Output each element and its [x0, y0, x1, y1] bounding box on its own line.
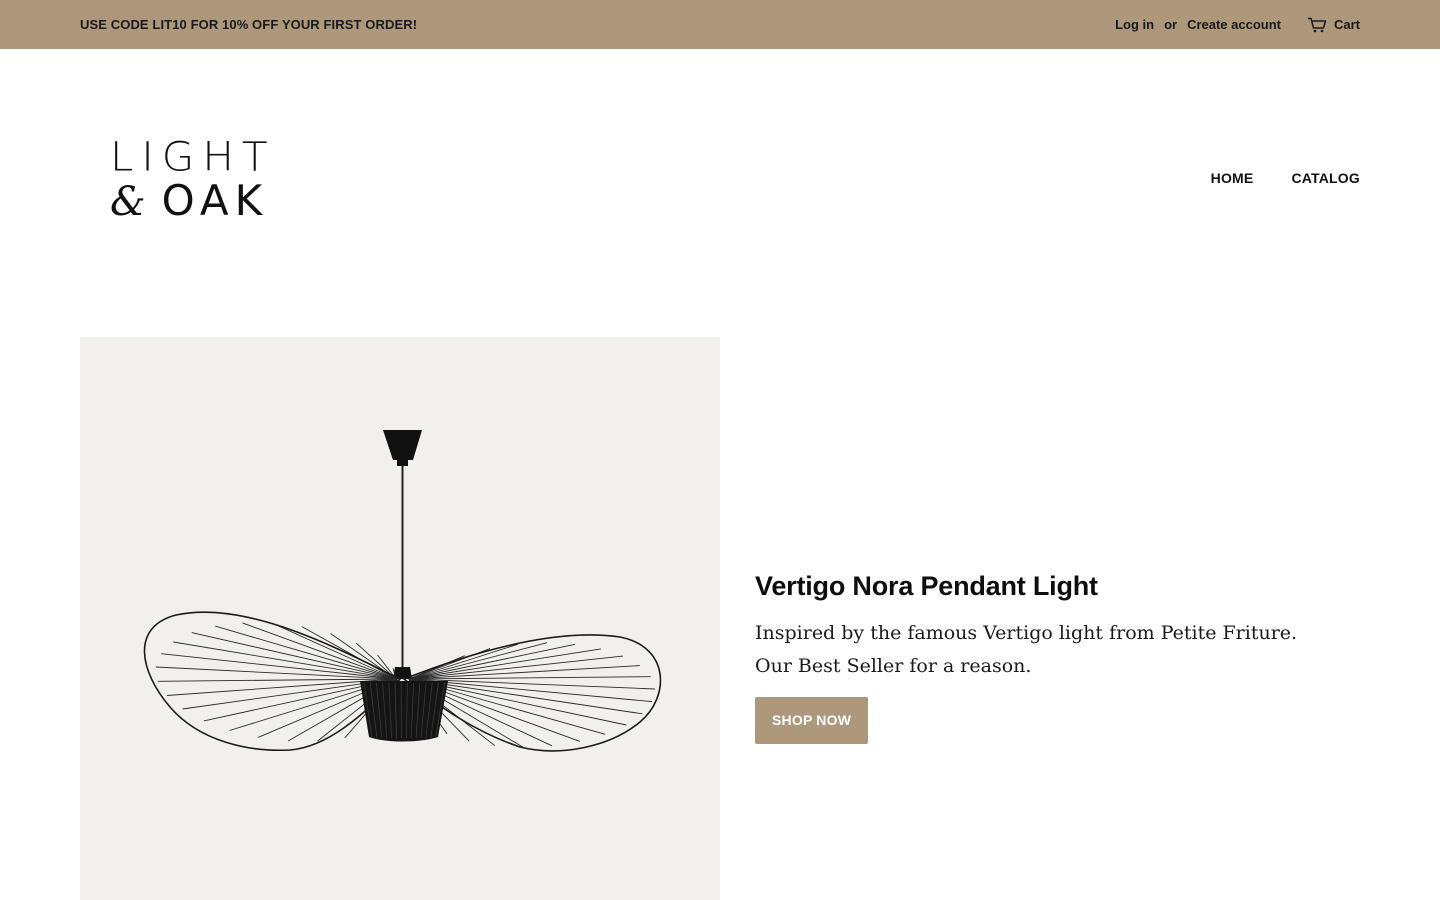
pendant-lamp-illustration: [143, 430, 662, 752]
main-nav: HOME CATALOG: [1211, 170, 1360, 186]
nav-home[interactable]: HOME: [1211, 170, 1254, 186]
cart-label: Cart: [1333, 17, 1360, 32]
shop-now-button[interactable]: SHOP NOW: [755, 697, 869, 744]
or-separator: or: [1164, 17, 1178, 32]
logo-line-2: & OAK: [110, 179, 268, 225]
site-logo[interactable]: LIGHT & OAK: [110, 136, 280, 226]
promo-text: USE CODE LIT10 FOR 10% OFF YOUR FIRST OR…: [80, 17, 418, 32]
hero-text-block: Vertigo Nora Pendant Light Inspired by t…: [755, 568, 1355, 744]
hero-title: Vertigo Nora Pendant Light: [755, 571, 1098, 601]
hero-description: Inspired by the famous Vertigo light fro…: [755, 622, 1298, 677]
logo-line-1: LIGHT: [110, 133, 276, 181]
nav-catalog[interactable]: CATALOG: [1291, 170, 1360, 186]
cart-link[interactable]: Cart: [1307, 17, 1360, 33]
logo-oak: OAK: [161, 176, 269, 225]
site-header: LIGHT & OAK HOME CATALOG: [0, 49, 1440, 309]
logo-ampersand: &: [110, 179, 146, 225]
login-link[interactable]: Log in: [1115, 17, 1154, 32]
cart-icon: [1307, 17, 1327, 32]
account-links: Log in or Create account Cart: [1115, 17, 1360, 33]
hero-product-image[interactable]: [80, 337, 720, 900]
announcement-bar: USE CODE LIT10 FOR 10% OFF YOUR FIRST OR…: [0, 0, 1440, 49]
create-account-link[interactable]: Create account: [1187, 17, 1281, 32]
